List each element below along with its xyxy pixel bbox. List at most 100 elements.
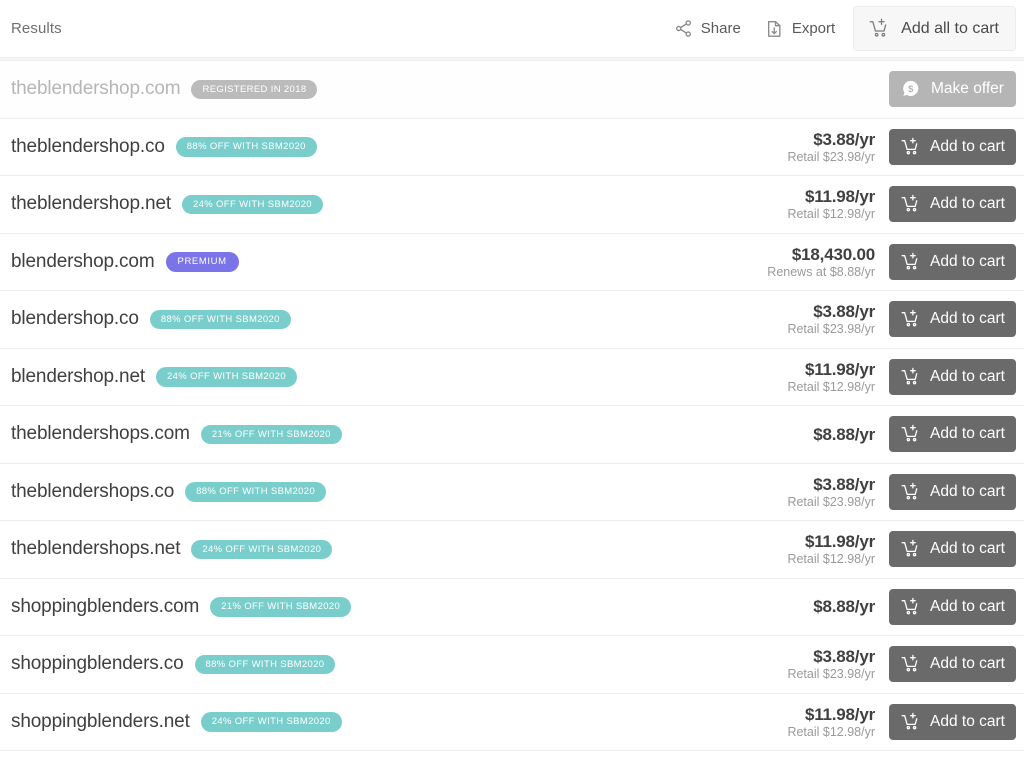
share-button[interactable]: Share — [662, 11, 753, 46]
price-primary: $3.88/yr — [813, 647, 875, 667]
row-actions: $11.98/yr Retail $12.98/yr Add to cart — [771, 358, 1016, 395]
domain-block: theblendershops.com 21% OFF WITH SBM2020 — [11, 423, 342, 445]
result-row[interactable]: blendershop.co 88% OFF WITH SBM2020 $3.8… — [0, 291, 1024, 349]
export-button[interactable]: Export — [753, 11, 847, 47]
add-to-cart-button[interactable]: Add to cart — [889, 128, 1016, 165]
result-row[interactable]: blendershop.com PREMIUM $18,430.00 Renew… — [0, 233, 1024, 291]
result-row[interactable]: theblendershops.com 21% OFF WITH SBM2020… — [0, 406, 1024, 464]
cart-plus-icon — [900, 654, 921, 674]
price-primary: $11.98/yr — [804, 532, 875, 552]
price-block: $11.98/yr Retail $12.98/yr — [771, 187, 875, 221]
price-secondary: Retail $12.98/yr — [787, 379, 875, 394]
domain-name[interactable]: blendershop.co — [11, 308, 139, 330]
price-primary: $11.98/yr — [804, 359, 875, 379]
price-block: $11.98/yr Retail $12.98/yr — [771, 705, 875, 739]
cart-plus-icon — [900, 424, 921, 444]
add-to-cart-button[interactable]: Add to cart — [889, 531, 1016, 568]
row-actions: $18,430.00 Renews at $8.88/yr Add to car… — [767, 243, 1016, 280]
domain-name[interactable]: theblendershop.co — [11, 136, 165, 158]
result-row[interactable]: theblendershops.net 24% OFF WITH SBM2020… — [0, 521, 1024, 579]
price-block: $3.88/yr Retail $23.98/yr — [771, 130, 875, 164]
domain-badge: 24% OFF WITH SBM2020 — [182, 194, 323, 214]
add-to-cart-button[interactable]: Add to cart — [889, 186, 1016, 223]
domain-name[interactable]: shoppingblenders.net — [11, 711, 190, 733]
price-primary: $3.88/yr — [813, 474, 875, 494]
price-secondary: Renews at $8.88/yr — [767, 264, 875, 279]
add-all-to-cart-button[interactable]: Add all to cart — [853, 6, 1016, 51]
price-primary: $11.98/yr — [804, 704, 875, 724]
make-offer-button[interactable]: $ Make offer — [889, 71, 1016, 108]
domain-name[interactable]: theblendershop.net — [11, 193, 171, 215]
result-row[interactable]: theblendershop.com REGISTERED IN 2018 $ … — [0, 61, 1024, 119]
add-to-cart-label: Add to cart — [930, 425, 1005, 443]
cart-plus-icon — [900, 137, 921, 157]
make-offer-label: Make offer — [931, 80, 1004, 98]
domain-name[interactable]: theblendershops.net — [11, 538, 180, 560]
price-block: $8.88/yr — [771, 425, 875, 444]
result-row[interactable]: theblendershop.co 88% OFF WITH SBM2020 $… — [0, 118, 1024, 176]
price-primary: $3.88/yr — [813, 302, 875, 322]
price-secondary: Retail $12.98/yr — [787, 552, 875, 567]
domain-name[interactable]: theblendershops.com — [11, 423, 190, 445]
price-secondary: Retail $23.98/yr — [787, 322, 875, 337]
domain-block: shoppingblenders.co 88% OFF WITH SBM2020 — [11, 653, 336, 675]
add-to-cart-label: Add to cart — [930, 712, 1005, 730]
price-block: $18,430.00 Renews at $8.88/yr — [767, 245, 875, 279]
result-row[interactable]: theblendershops.co 88% OFF WITH SBM2020 … — [0, 463, 1024, 521]
cart-plus-icon — [868, 18, 890, 39]
price-secondary: Retail $12.98/yr — [787, 207, 875, 222]
domain-badge: 21% OFF WITH SBM2020 — [200, 424, 342, 444]
domain-block: theblendershop.net 24% OFF WITH SBM2020 — [11, 193, 323, 215]
domain-name[interactable]: shoppingblenders.co — [11, 653, 184, 675]
domain-block: blendershop.co 88% OFF WITH SBM2020 — [11, 308, 291, 330]
cart-plus-icon — [900, 367, 921, 387]
price-primary: $8.88/yr — [813, 597, 875, 617]
result-row[interactable]: shoppingblenders.net 24% OFF WITH SBM202… — [0, 693, 1024, 751]
add-to-cart-button[interactable]: Add to cart — [889, 358, 1016, 395]
domain-badge: 21% OFF WITH SBM2020 — [210, 597, 352, 617]
cart-plus-icon — [900, 252, 921, 272]
add-to-cart-button[interactable]: Add to cart — [889, 703, 1016, 740]
add-to-cart-label: Add to cart — [930, 310, 1005, 328]
domain-block: shoppingblenders.com 21% OFF WITH SBM202… — [11, 596, 352, 618]
domain-name[interactable]: theblendershops.co — [11, 481, 174, 503]
domain-badge: REGISTERED IN 2018 — [191, 79, 318, 99]
domain-badge: 88% OFF WITH SBM2020 — [175, 137, 317, 157]
row-actions: $3.88/yr Retail $23.98/yr Add to cart — [771, 128, 1016, 165]
domain-name[interactable]: shoppingblenders.com — [11, 596, 199, 618]
price-secondary: Retail $23.98/yr — [787, 149, 875, 164]
domain-block: theblendershop.co 88% OFF WITH SBM2020 — [11, 136, 317, 158]
price-primary: $8.88/yr — [813, 424, 875, 444]
domain-name[interactable]: blendershop.com — [11, 251, 155, 273]
domain-name[interactable]: blendershop.net — [11, 366, 145, 388]
domain-block: theblendershops.net 24% OFF WITH SBM2020 — [11, 538, 333, 560]
domain-block: shoppingblenders.net 24% OFF WITH SBM202… — [11, 711, 342, 733]
row-actions: $8.88/yr Add to cart — [771, 588, 1016, 625]
result-row[interactable]: theblendershop.net 24% OFF WITH SBM2020 … — [0, 176, 1024, 234]
result-row[interactable]: shoppingblenders.co 88% OFF WITH SBM2020… — [0, 636, 1024, 694]
add-to-cart-label: Add to cart — [930, 252, 1005, 270]
domain-badge: 88% OFF WITH SBM2020 — [185, 482, 327, 502]
add-to-cart-button[interactable]: Add to cart — [889, 588, 1016, 625]
domain-name[interactable]: theblendershop.com — [11, 78, 181, 100]
row-actions: $11.98/yr Retail $12.98/yr Add to cart — [771, 703, 1016, 740]
domain-badge: PREMIUM — [165, 252, 239, 272]
domain-badge: 88% OFF WITH SBM2020 — [194, 654, 336, 674]
cart-plus-icon — [900, 309, 921, 329]
add-to-cart-button[interactable]: Add to cart — [889, 473, 1016, 510]
price-block: $3.88/yr Retail $23.98/yr — [771, 647, 875, 681]
add-to-cart-button[interactable]: Add to cart — [889, 416, 1016, 453]
domain-block: blendershop.net 24% OFF WITH SBM2020 — [11, 366, 297, 388]
add-to-cart-button[interactable]: Add to cart — [889, 243, 1016, 280]
price-block: $11.98/yr Retail $12.98/yr — [771, 360, 875, 394]
add-to-cart-label: Add to cart — [930, 195, 1005, 213]
price-secondary: Retail $23.98/yr — [787, 494, 875, 509]
price-block: $11.98/yr Retail $12.98/yr — [771, 532, 875, 566]
result-row[interactable]: blendershop.net 24% OFF WITH SBM2020 $11… — [0, 348, 1024, 406]
add-to-cart-label: Add to cart — [930, 137, 1005, 155]
add-to-cart-button[interactable]: Add to cart — [889, 646, 1016, 683]
result-row[interactable]: shoppingblenders.com 21% OFF WITH SBM202… — [0, 578, 1024, 636]
add-to-cart-button[interactable]: Add to cart — [889, 301, 1016, 338]
cart-plus-icon — [900, 194, 921, 214]
domain-badge: 88% OFF WITH SBM2020 — [149, 309, 291, 329]
